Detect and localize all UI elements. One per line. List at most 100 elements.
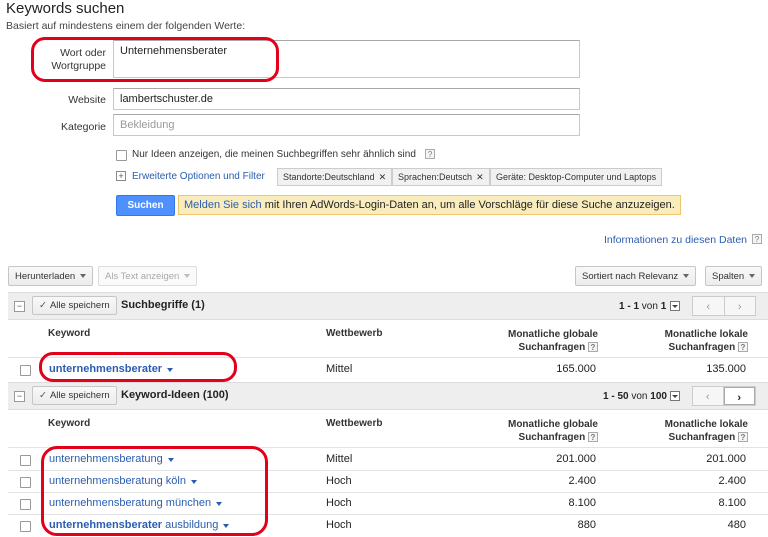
- similar-checkbox[interactable]: [116, 150, 127, 161]
- filter-chip-language[interactable]: Sprachen:Deutsch ✕: [392, 168, 490, 186]
- save-all-label: Alle speichern: [49, 300, 110, 311]
- global-searches-value: 165.000: [556, 363, 596, 375]
- global-searches-value: 2.400: [568, 475, 596, 487]
- page-of: von: [639, 301, 661, 312]
- help-icon[interactable]: ?: [588, 342, 598, 352]
- page-subtitle: Basiert auf mindestens einem der folgend…: [6, 20, 246, 32]
- pager: ‹ ›: [692, 296, 756, 316]
- as-text-button[interactable]: Als Text anzeigen: [98, 266, 198, 286]
- highlight-oval: [31, 37, 279, 82]
- as-text-label: Als Text anzeigen: [105, 270, 180, 282]
- sort-dropdown[interactable]: Sortiert nach Relevanz: [575, 266, 697, 286]
- competition-value: Hoch: [326, 475, 352, 487]
- row-checkbox[interactable]: [20, 455, 31, 466]
- page-title: Keywords suchen: [6, 0, 125, 17]
- col-local-line2: Suchanfragen: [668, 342, 736, 353]
- collapse-icon[interactable]: −: [14, 301, 25, 312]
- pagination-info: 1 - 1 von 1: [619, 301, 666, 312]
- advanced-options-link[interactable]: Erweiterte Optionen und Filter: [132, 171, 265, 182]
- competition-value: Mittel: [326, 453, 353, 465]
- info-link[interactable]: Informationen zu diesen Daten: [604, 234, 747, 246]
- prev-page-button[interactable]: ‹: [693, 297, 725, 315]
- col-global-header[interactable]: Monatliche globale Suchanfragen ?: [440, 328, 598, 354]
- save-all-button[interactable]: ✓ Alle speichern: [32, 386, 117, 405]
- col-global-line2: Suchanfragen: [518, 432, 586, 443]
- expand-icon[interactable]: +: [116, 171, 126, 181]
- login-link[interactable]: Melden Sie sich: [184, 199, 262, 211]
- col-local-header[interactable]: Monatliche lokale Suchanfragen ?: [600, 328, 748, 354]
- page-total: 1: [660, 301, 667, 312]
- sort-label: Sortiert nach Relevanz: [582, 270, 679, 282]
- filter-chip-label: Sprachen:: [398, 172, 440, 182]
- page-range: 1 - 1: [619, 301, 640, 312]
- filter-chip-value: Desktop-Computer und Laptops: [528, 172, 657, 182]
- filter-chip-location[interactable]: Standorte:Deutschland ✕: [277, 168, 393, 186]
- columns-label: Spalten: [712, 270, 745, 282]
- row-checkbox[interactable]: [20, 477, 31, 488]
- check-icon: ✓: [39, 390, 47, 401]
- save-all-label: Alle speichern: [49, 390, 110, 401]
- page-menu[interactable]: [670, 391, 680, 401]
- help-icon[interactable]: ?: [738, 432, 748, 442]
- chevron-left-icon: ‹: [706, 301, 711, 313]
- save-all-button[interactable]: ✓ Alle speichern: [32, 296, 117, 315]
- website-input[interactable]: lambertschuster.de: [113, 88, 580, 110]
- highlight-oval: [39, 352, 237, 382]
- help-icon[interactable]: ?: [752, 234, 762, 244]
- chevron-down-icon: [749, 274, 756, 278]
- filter-chip-value: Deutsch: [439, 172, 473, 182]
- row-checkbox[interactable]: [20, 499, 31, 510]
- similar-checkbox-label: Nur Ideen anzeigen, die meinen Suchbegri…: [132, 149, 416, 160]
- col-local-line2: Suchanfragen: [668, 432, 736, 443]
- section-title: Suchbegriffe (1): [121, 299, 205, 311]
- filter-chip-label: Geräte:: [496, 172, 529, 182]
- search-button[interactable]: Suchen: [116, 195, 175, 216]
- competition-value: Hoch: [326, 497, 352, 509]
- next-page-button[interactable]: ›: [723, 387, 755, 405]
- col-global-header[interactable]: Monatliche globale Suchanfragen ?: [440, 418, 598, 444]
- chevron-left-icon: ‹: [705, 391, 710, 403]
- local-searches-value: 8.100: [718, 497, 746, 509]
- col-competition-header[interactable]: Wettbewerb: [326, 328, 383, 339]
- help-icon[interactable]: ?: [425, 149, 435, 159]
- chevron-right-icon: ›: [737, 392, 742, 404]
- collapse-icon[interactable]: −: [14, 391, 25, 402]
- col-local-header[interactable]: Monatliche lokale Suchanfragen ?: [600, 418, 748, 444]
- global-searches-value: 8.100: [568, 497, 596, 509]
- chevron-down-icon: [80, 274, 87, 278]
- category-input[interactable]: Bekleidung: [113, 114, 580, 136]
- prev-page-button[interactable]: ‹: [693, 387, 724, 405]
- col-keyword-header[interactable]: Keyword: [48, 328, 90, 339]
- chevron-down-icon: [184, 274, 191, 278]
- col-keyword-header[interactable]: Keyword: [48, 418, 90, 429]
- section-title: Keyword-Ideen (100): [121, 389, 229, 401]
- col-global-line1: Monatliche globale: [507, 419, 598, 430]
- close-icon[interactable]: ✕: [379, 172, 387, 182]
- pagination-info: 1 - 50 von 100: [603, 391, 667, 402]
- local-searches-value: 135.000: [706, 363, 746, 375]
- filter-chip-devices[interactable]: Geräte: Desktop-Computer und Laptops: [490, 168, 663, 186]
- global-searches-value: 201.000: [556, 453, 596, 465]
- help-icon[interactable]: ?: [738, 342, 748, 352]
- row-checkbox[interactable]: [20, 521, 31, 532]
- help-icon[interactable]: ?: [588, 432, 598, 442]
- columns-dropdown[interactable]: Spalten: [705, 266, 763, 286]
- col-local-line1: Monatliche lokale: [664, 329, 748, 340]
- filter-chip-label: Standorte:: [283, 172, 325, 182]
- chevron-down-icon: [672, 305, 678, 308]
- page-menu[interactable]: [670, 301, 680, 311]
- next-page-button[interactable]: ›: [725, 297, 756, 315]
- filter-chip-value: Deutschland: [324, 172, 375, 182]
- col-competition-header[interactable]: Wettbewerb: [326, 418, 383, 429]
- close-icon[interactable]: ✕: [476, 172, 484, 182]
- global-searches-value: 880: [577, 519, 596, 531]
- download-button[interactable]: Herunterladen: [8, 266, 94, 286]
- page-total: 100: [650, 391, 667, 402]
- local-searches-value: 201.000: [706, 453, 746, 465]
- login-notice: Melden Sie sich mit Ihren AdWords-Login-…: [178, 195, 681, 215]
- local-searches-value: 2.400: [718, 475, 746, 487]
- row-checkbox[interactable]: [20, 365, 31, 376]
- chevron-down-icon: [683, 274, 690, 278]
- login-notice-text: mit Ihren AdWords-Login-Daten an, um all…: [261, 199, 675, 211]
- col-local-line1: Monatliche lokale: [664, 419, 748, 430]
